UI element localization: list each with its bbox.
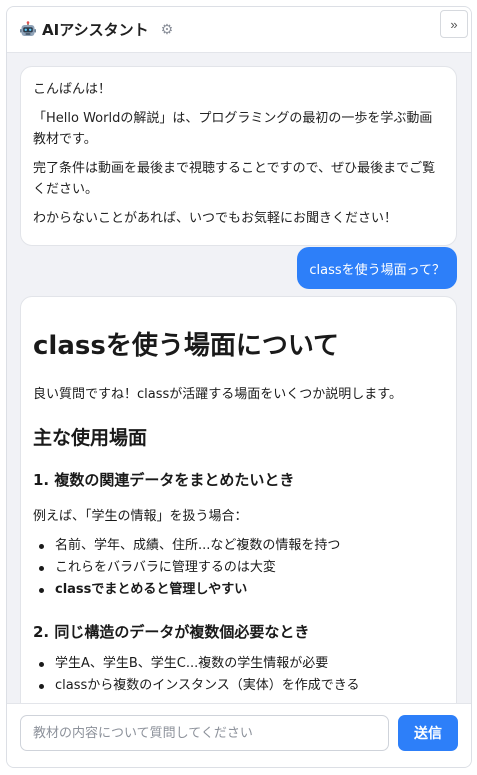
case-list: 名前、学年、成績、住所...など複数の情報を持つ これらをバラバラに管理するのは… [33, 535, 444, 601]
greeting-line: わからないことがあれば、いつでもお気軽にお聞きください！ [33, 211, 398, 226]
chat-header: AIアシスタント ⚙ » [7, 7, 471, 53]
input-bar: 送信 [7, 703, 471, 767]
list-item: classから複数のインスタンス（実体）を作成できる [35, 675, 444, 697]
collapse-button[interactable]: » [440, 10, 468, 38]
list-item: 学生A、学生B、学生C...複数の学生情報が必要 [35, 653, 444, 675]
case-title: 2. 同じ構造のデータが複数個必要なとき [33, 623, 310, 641]
robot-icon [19, 20, 37, 39]
message-list[interactable]: こんばんは！ 「Hello Worldの解説」は、プログラミングの最初の一歩を学… [7, 53, 471, 705]
chat-panel: AIアシスタント ⚙ » こんばんは！ 「Hello Worldの解説」は、プロ… [6, 6, 472, 768]
gear-icon[interactable]: ⚙ [161, 22, 174, 38]
greeting-line: 完了条件は動画を最後まで視聴することですので、ぜひ最後までご覧ください。 [33, 161, 436, 197]
list-item: 名前、学年、成績、住所...など複数の情報を持つ [35, 535, 444, 557]
user-message: classを使う場面って？ [297, 247, 457, 289]
answer-intro: 良い質問ですね！classが活躍する場面をいくつか説明します。 [33, 387, 402, 402]
case-intro: 例えば、「学生の情報」を扱う場合： [33, 509, 248, 524]
case-title: 1. 複数の関連データをまとめたいとき [33, 471, 295, 489]
case-list: 学生A、学生B、学生C...複数の学生情報が必要 classから複数のインスタン… [33, 653, 444, 697]
greeting-line: 「Hello Worldの解説」は、プログラミングの最初の一歩を学ぶ動画教材です… [33, 111, 433, 147]
assistant-answer-message: classを使う場面について 良い質問ですね！classが活躍する場面をいくつか… [20, 296, 457, 705]
answer-heading: classを使う場面について [33, 331, 340, 361]
section-title: 主な使用場面 [33, 427, 148, 449]
assistant-greeting-message: こんばんは！ 「Hello Worldの解説」は、プログラミングの最初の一歩を学… [20, 66, 457, 246]
chat-input[interactable] [20, 715, 389, 751]
list-item: これらをバラバラに管理するのは大変 [35, 557, 444, 579]
list-item: classでまとめると管理しやすい [35, 579, 444, 601]
send-button[interactable]: 送信 [398, 715, 458, 751]
greeting-line: こんばんは！ [33, 82, 112, 97]
page-title: AIアシスタント [42, 21, 149, 39]
